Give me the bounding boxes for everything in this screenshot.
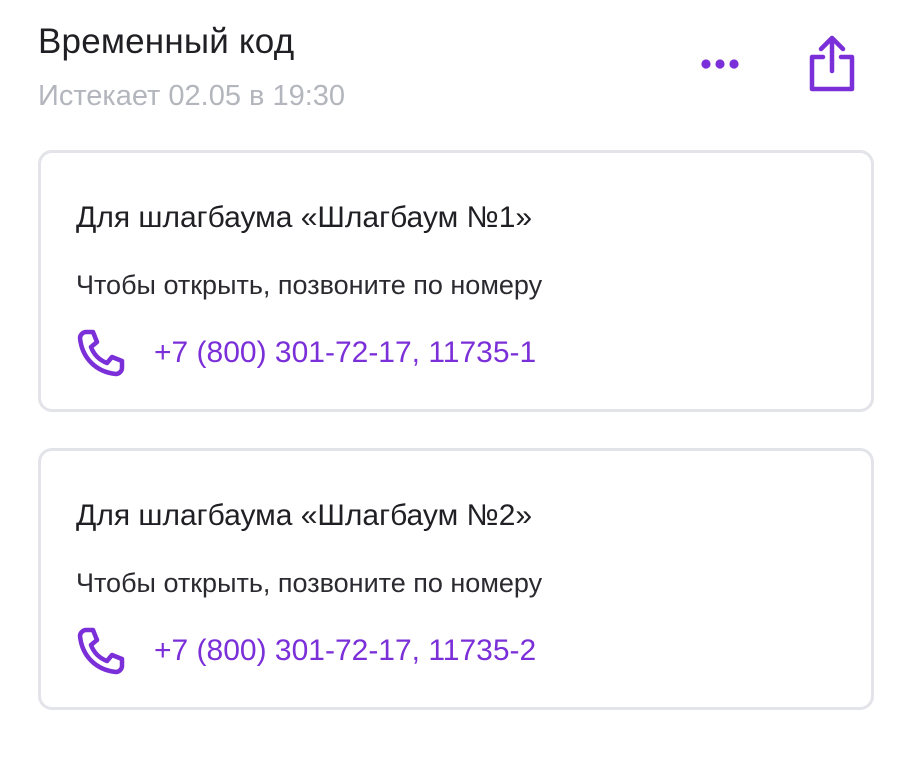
barrier-card-title: Для шлагбаума «Шлагбаум №2» bbox=[76, 499, 533, 532]
call-phone-link[interactable]: +7 (800) 301-72-17, 11735-1 bbox=[76, 325, 536, 381]
barrier-card-description: Чтобы открыть, позвоните по номеру bbox=[76, 568, 543, 598]
phone-number: +7 (800) 301-72-17, 11735-2 bbox=[154, 634, 537, 667]
temporary-code-screen: Временный код Истекает 02.05 в 19:30 Для… bbox=[0, 0, 916, 768]
barrier-card-1: Для шлагбаума «Шлагбаум №1» Чтобы открыт… bbox=[38, 150, 874, 412]
more-options-button[interactable] bbox=[694, 46, 746, 82]
barrier-card-description: Чтобы открыть, позвоните по номеру bbox=[76, 270, 543, 300]
barrier-card-2: Для шлагбаума «Шлагбаум №2» Чтобы открыт… bbox=[38, 448, 874, 710]
page-title: Временный код bbox=[38, 22, 295, 61]
phone-icon bbox=[76, 326, 130, 380]
share-button[interactable] bbox=[800, 30, 864, 98]
barrier-card-title: Для шлагбаума «Шлагбаум №1» bbox=[76, 201, 533, 234]
expiry-text: Истекает 02.05 в 19:30 bbox=[38, 80, 346, 112]
phone-number: +7 (800) 301-72-17, 11735-1 bbox=[154, 336, 537, 369]
phone-icon bbox=[76, 624, 130, 678]
more-horizontal-icon bbox=[701, 59, 739, 69]
share-icon bbox=[809, 35, 855, 92]
call-phone-link[interactable]: +7 (800) 301-72-17, 11735-2 bbox=[76, 623, 536, 679]
